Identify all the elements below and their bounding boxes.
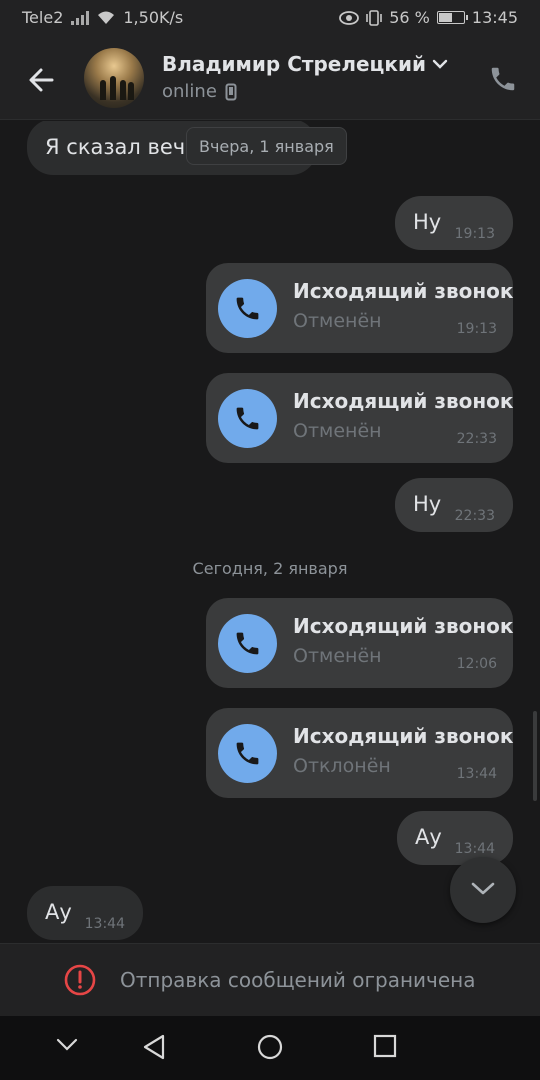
- vibrate-icon: [366, 9, 383, 26]
- message-bubble-out[interactable]: Ну 19:13: [395, 196, 513, 250]
- message-text: Ау: [415, 825, 442, 849]
- call-button[interactable]: [218, 389, 277, 448]
- recents-nav-icon[interactable]: [373, 1034, 397, 1058]
- message-bubble-out[interactable]: Ау 13:44: [397, 811, 513, 865]
- message-time: 19:13: [454, 226, 495, 242]
- signal-icon: [71, 10, 90, 25]
- carrier-label: Tele2: [22, 8, 64, 27]
- message-time: 13:44: [456, 766, 497, 782]
- eye-icon: [339, 10, 360, 25]
- call-status: Отменён: [293, 420, 382, 442]
- message-text: Ну: [413, 210, 442, 234]
- status-bar: Tele2 1,50K/s 56 % 13:45: [0, 0, 540, 38]
- call-title: Исходящий звонок: [293, 279, 514, 303]
- message-text: Ау: [45, 900, 72, 924]
- call-status: Отклонён: [293, 755, 391, 777]
- scroll-down-button[interactable]: [450, 857, 516, 923]
- date-separator: Сегодня, 2 января: [192, 559, 348, 578]
- phone-icon: [236, 407, 259, 430]
- call-title: Исходящий звонок: [293, 724, 514, 748]
- call-message[interactable]: Исходящий звонок Отменён 22:33: [206, 373, 513, 463]
- battery-icon: [436, 11, 468, 24]
- call-message[interactable]: Исходящий звонок Отменён 19:13: [206, 263, 513, 353]
- message-list[interactable]: Я сказал веч Вчера, 1 января Ну 19:13 Ис…: [0, 121, 540, 943]
- call-message[interactable]: Исходящий звонок Отменён 12:06: [206, 598, 513, 688]
- floating-date-chip: Вчера, 1 января: [186, 127, 347, 165]
- message-bubble-out[interactable]: Ну 22:33: [395, 478, 513, 532]
- contact-name-text: Владимир Стрелецкий: [162, 52, 426, 76]
- wifi-icon: [98, 11, 115, 24]
- avatar[interactable]: [84, 48, 144, 108]
- call-title: Исходящий звонок: [293, 389, 514, 413]
- phone-icon[interactable]: [488, 64, 518, 94]
- message-time: 13:44: [84, 916, 125, 932]
- message-time: 12:06: [456, 656, 497, 672]
- alert-circle-icon: [64, 964, 96, 996]
- call-button[interactable]: [218, 724, 277, 783]
- call-button[interactable]: [218, 279, 277, 338]
- call-title: Исходящий звонок: [293, 614, 514, 638]
- message-time: 22:33: [456, 431, 497, 447]
- restriction-text: Отправка сообщений ограничена: [120, 968, 476, 992]
- message-time: 22:33: [454, 508, 495, 524]
- message-text: Я сказал веч: [45, 135, 186, 159]
- phone-icon: [236, 632, 259, 655]
- phone-icon: [236, 742, 259, 765]
- online-status: online: [162, 81, 217, 102]
- message-text: Ну: [413, 492, 442, 516]
- chevron-down-icon: [432, 59, 448, 69]
- message-bubble-in[interactable]: Ау 13:44: [27, 886, 143, 940]
- phone-icon: [236, 297, 259, 320]
- back-arrow-icon[interactable]: [22, 60, 62, 100]
- message-time: 19:13: [456, 321, 497, 337]
- scrollbar[interactable]: [533, 711, 537, 801]
- call-status: Отменён: [293, 645, 382, 667]
- call-message[interactable]: Исходящий звонок Отклонён 13:44: [206, 708, 513, 798]
- home-nav-icon[interactable]: [257, 1034, 283, 1060]
- chat-header: Владимир Стрелецкий online: [0, 38, 540, 120]
- back-nav-icon[interactable]: [142, 1034, 166, 1060]
- chevron-down-icon: [471, 882, 495, 895]
- restriction-bar: Отправка сообщений ограничена: [0, 943, 540, 1016]
- contact-name[interactable]: Владимир Стрелецкий: [162, 52, 448, 76]
- call-button[interactable]: [218, 614, 277, 673]
- status-time: 13:45: [471, 8, 518, 27]
- mobile-icon: [225, 83, 237, 100]
- system-nav-bar: [0, 1016, 540, 1080]
- call-status: Отменён: [293, 310, 382, 332]
- network-speed: 1,50K/s: [123, 8, 184, 27]
- hide-keyboard-icon[interactable]: [56, 1038, 78, 1052]
- contact-status: online: [162, 81, 237, 102]
- battery-percent: 56 %: [389, 8, 430, 27]
- message-time: 13:44: [454, 841, 495, 857]
